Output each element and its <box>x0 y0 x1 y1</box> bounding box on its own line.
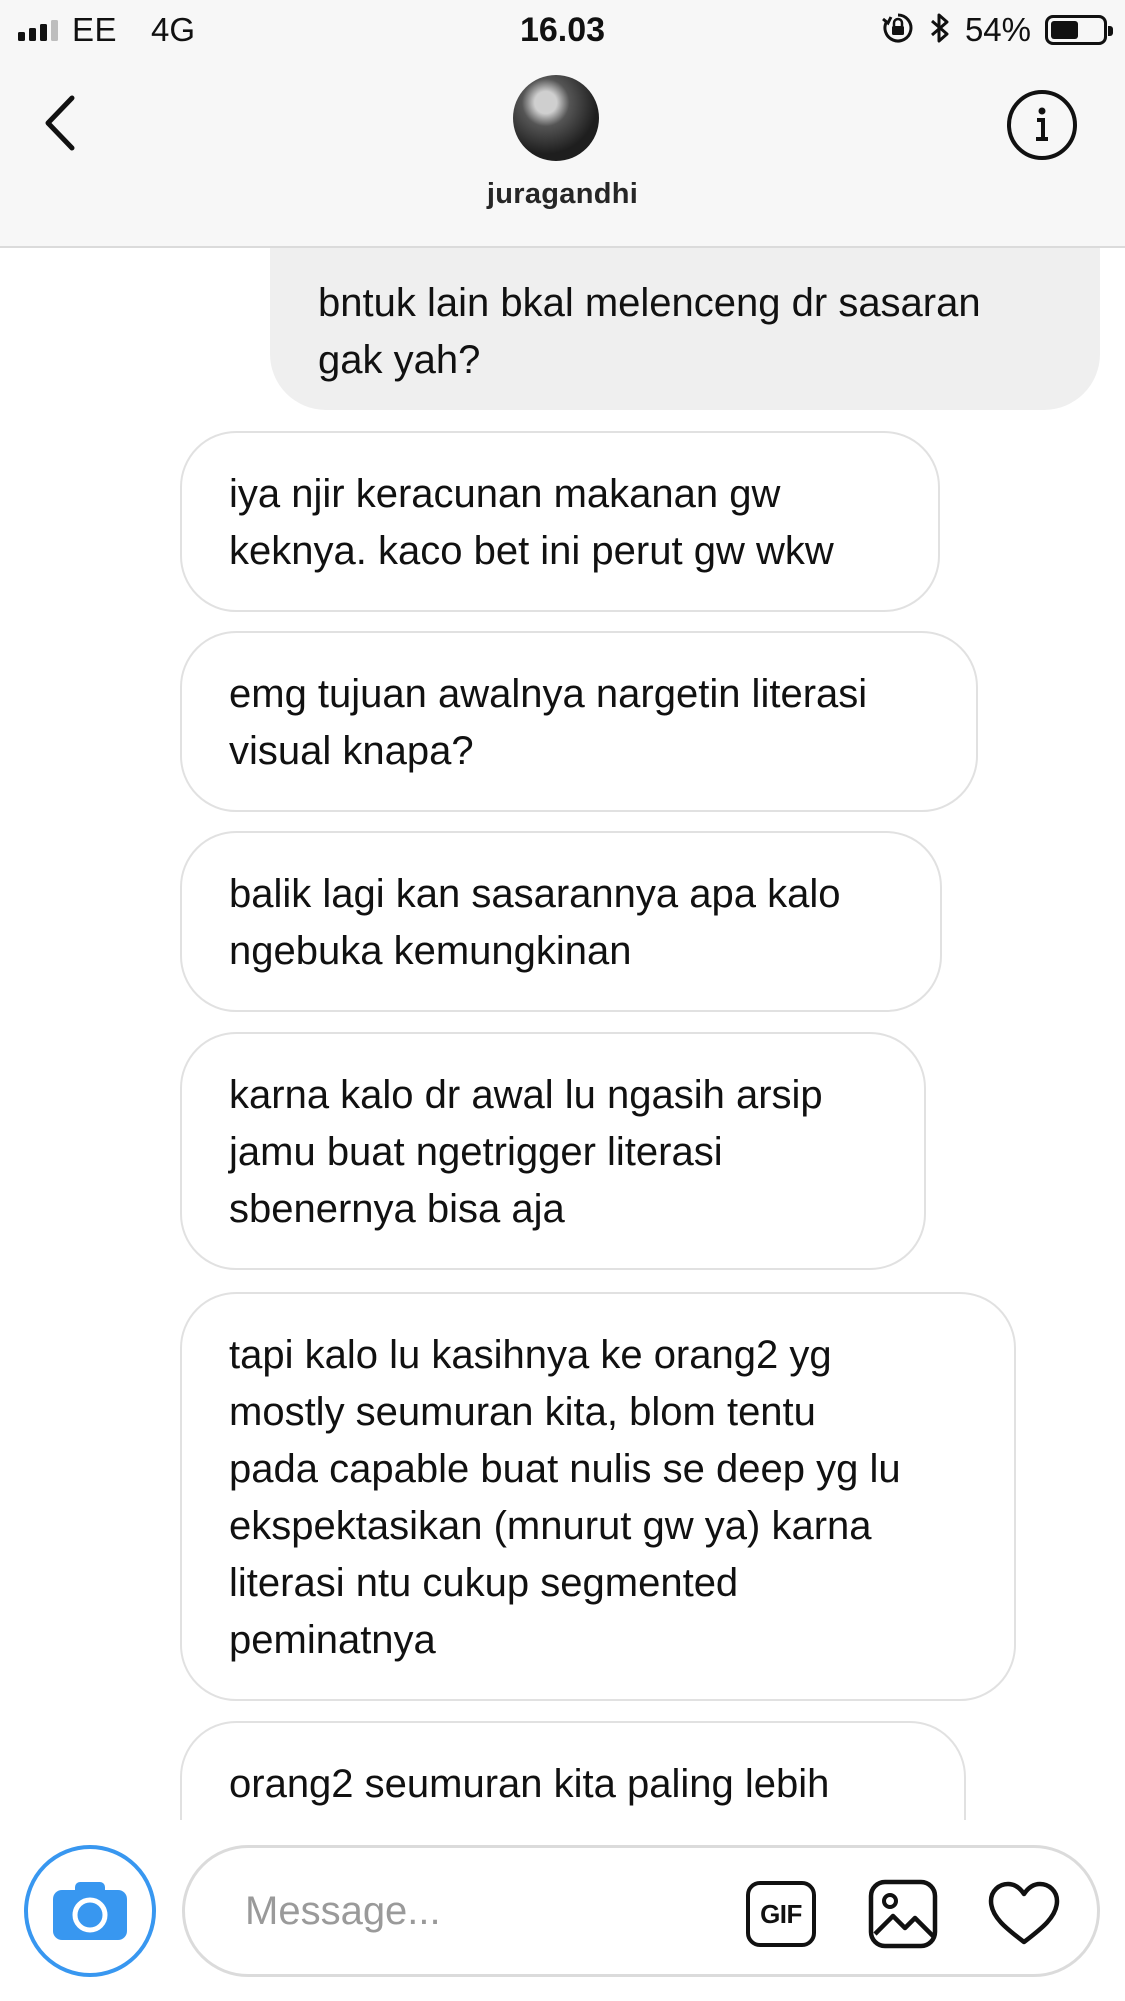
message-sent[interactable]: bntuk lain bkal melenceng dr sasaran gak… <box>270 248 1100 410</box>
bluetooth-icon <box>929 11 951 50</box>
status-right: 54% <box>881 10 1113 50</box>
message-composer: GIF <box>0 1820 1125 2001</box>
gif-icon: GIF <box>746 1881 816 1947</box>
orientation-lock-icon <box>881 11 915 50</box>
heart-icon <box>988 1881 1060 1945</box>
message-input[interactable] <box>245 1878 665 1944</box>
username[interactable]: juragandhi <box>0 178 1125 211</box>
status-bar: EE 4G 16.03 54% <box>0 0 1125 60</box>
chevron-left-icon <box>45 95 75 151</box>
battery-percent: 54% <box>964 11 1031 48</box>
avatar[interactable] <box>513 75 599 161</box>
camera-icon <box>53 1882 127 1940</box>
message-input-pill[interactable]: GIF <box>182 1845 1100 1977</box>
back-button[interactable] <box>30 90 90 156</box>
message-text: emg tujuan awalnya nargetin literasi vis… <box>229 672 868 773</box>
message-thread[interactable]: bntuk lain bkal melenceng dr sasaran gak… <box>0 248 1125 1820</box>
message-text: balik lagi kan sasarannya apa kalo ngebu… <box>229 872 841 973</box>
camera-button[interactable] <box>24 1845 156 1977</box>
image-icon <box>868 1879 938 1949</box>
info-icon <box>1036 107 1048 141</box>
message-received[interactable]: tapi kalo lu kasihnya ke orang2 yg mostl… <box>180 1292 1016 1701</box>
message-text: iya njir keracunan makanan gw keknya. ka… <box>229 472 834 573</box>
message-text: karna kalo dr awal lu ngasih arsip jamu … <box>229 1073 823 1231</box>
message-received[interactable]: iya njir keracunan makanan gw keknya. ka… <box>180 431 940 612</box>
message-received[interactable]: orang2 seumuran kita paling lebih <box>180 1721 966 1820</box>
message-received[interactable]: karna kalo dr awal lu ngasih arsip jamu … <box>180 1032 926 1270</box>
message-text: tapi kalo lu kasihnya ke orang2 yg mostl… <box>229 1333 901 1662</box>
gif-button[interactable]: GIF <box>743 1878 819 1950</box>
message-received[interactable]: balik lagi kan sasarannya apa kalo ngebu… <box>180 831 942 1012</box>
like-button[interactable] <box>986 1878 1062 1950</box>
info-button[interactable] <box>1007 90 1077 160</box>
message-text: bntuk lain bkal melenceng dr sasaran gak… <box>318 281 981 382</box>
chat-header: juragandhi <box>0 60 1125 248</box>
battery-icon <box>1045 15 1113 45</box>
message-received[interactable]: emg tujuan awalnya nargetin literasi vis… <box>180 631 978 812</box>
message-text: orang2 seumuran kita paling lebih <box>229 1762 830 1806</box>
gallery-button[interactable] <box>865 1878 941 1950</box>
